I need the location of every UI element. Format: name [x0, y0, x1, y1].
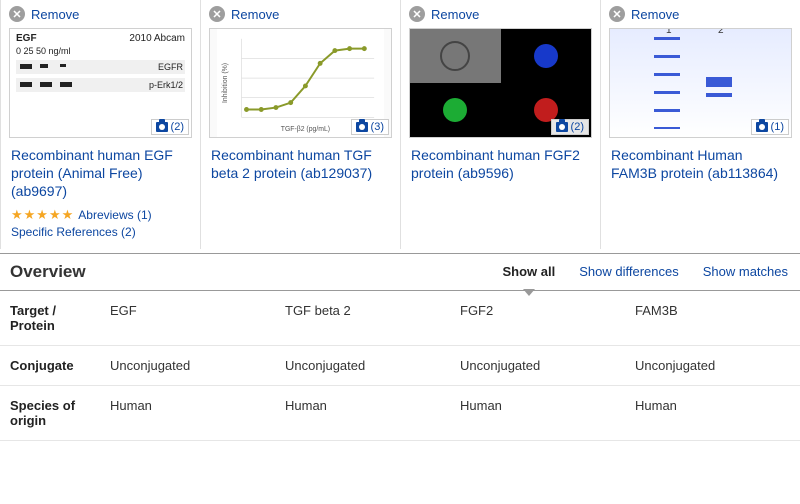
attributes-table: Target / Protein EGF TGF beta 2 FGF2 FAM…: [0, 291, 800, 441]
attr-value: Human: [625, 385, 800, 440]
svg-text:TGF-β2 (pg/mL): TGF-β2 (pg/mL): [281, 126, 330, 133]
remove-icon[interactable]: ✕: [609, 6, 625, 22]
photo-count-badge[interactable]: (2): [551, 119, 589, 135]
product-title-link[interactable]: Recombinant human TGF beta 2 protein (ab…: [211, 147, 372, 181]
remove-icon[interactable]: ✕: [9, 6, 25, 22]
attr-value: Human: [275, 385, 450, 440]
photo-count-badge[interactable]: (3): [351, 119, 389, 135]
camera-icon: [356, 122, 368, 132]
product-thumbnail[interactable]: 12 (1): [609, 28, 792, 138]
tab-show-matches[interactable]: Show matches: [691, 254, 800, 289]
compare-column: ✕ Remove 12 (1) Recombinant Human FAM3B p…: [600, 0, 800, 249]
attr-label: Target / Protein: [0, 291, 100, 346]
product-compare-row: ✕ Remove EGF 2010 Abcam 0 25 50 ng/ml EGF…: [0, 0, 800, 249]
attr-value: Unconjugated: [275, 345, 450, 385]
tab-show-all[interactable]: Show all: [491, 254, 568, 289]
band-label: p-Erk1/2: [149, 80, 183, 90]
specific-references-link[interactable]: Specific References (2): [11, 225, 190, 239]
attr-value: Human: [450, 385, 625, 440]
remove-link[interactable]: Remove: [431, 7, 479, 22]
attr-label: Species of origin: [0, 385, 100, 440]
product-title-link[interactable]: Recombinant human FGF2 protein (ab9596): [411, 147, 580, 181]
thumb-label: EGF: [16, 33, 37, 44]
camera-icon: [156, 122, 168, 132]
remove-link[interactable]: Remove: [631, 7, 679, 22]
attr-value: Unconjugated: [450, 345, 625, 385]
thumb-doses: 0 25 50: [16, 46, 46, 56]
photo-count: (2): [571, 121, 584, 133]
overview-bar: Overview Show all Show differences Show …: [0, 253, 800, 291]
photo-count: (3): [371, 121, 384, 133]
attr-row-conjugate: Conjugate Unconjugated Unconjugated Unco…: [0, 345, 800, 385]
attr-row-target: Target / Protein EGF TGF beta 2 FGF2 FAM…: [0, 291, 800, 346]
photo-count: (1): [771, 121, 784, 133]
product-thumbnail[interactable]: (2): [409, 28, 592, 138]
photo-count-badge[interactable]: (1): [751, 119, 789, 135]
attr-value: FAM3B: [625, 291, 800, 346]
attr-value: Human: [100, 385, 275, 440]
product-title-link[interactable]: Recombinant Human FAM3B protein (ab11386…: [611, 147, 778, 181]
remove-bar: ✕ Remove: [1, 0, 200, 28]
photo-count-badge[interactable]: (2): [151, 119, 189, 135]
attr-value: FGF2: [450, 291, 625, 346]
thumb-unit: ng/ml: [49, 46, 71, 56]
attr-label: Conjugate: [0, 345, 100, 385]
product-thumbnail[interactable]: TGF-β2 (pg/mL) Inhibition (%) (3): [209, 28, 392, 138]
star-rating: ★★★★★: [11, 207, 74, 223]
attr-value: Unconjugated: [100, 345, 275, 385]
thumb-caption: 2010 Abcam: [129, 33, 185, 44]
svg-text:Inhibition (%): Inhibition (%): [222, 63, 229, 103]
remove-icon[interactable]: ✕: [209, 6, 225, 22]
attr-row-species: Species of origin Human Human Human Huma…: [0, 385, 800, 440]
overview-title: Overview: [0, 254, 491, 290]
remove-icon[interactable]: ✕: [409, 6, 425, 22]
remove-link[interactable]: Remove: [231, 7, 279, 22]
attr-value: EGF: [100, 291, 275, 346]
compare-column: ✕ Remove EGF 2010 Abcam 0 25 50 ng/ml EGF…: [0, 0, 200, 249]
abreviews-link[interactable]: Abreviews (1): [78, 208, 151, 222]
reviews-block: ★★★★★ Abreviews (1) Specific References (…: [1, 207, 200, 249]
remove-link[interactable]: Remove: [31, 7, 79, 22]
attr-value: Unconjugated: [625, 345, 800, 385]
compare-column: ✕ Remove (2) Recombinant human FGF2 prote…: [400, 0, 600, 249]
band-label: EGFR: [158, 62, 183, 72]
product-thumbnail[interactable]: EGF 2010 Abcam 0 25 50 ng/ml EGFR p-Erk1/…: [9, 28, 192, 138]
compare-column: ✕ Remove TGF-β2 (pg/mL) Inhibition (%) (3…: [200, 0, 400, 249]
camera-icon: [556, 122, 568, 132]
camera-icon: [756, 122, 768, 132]
product-title-link[interactable]: Recombinant human EGF protein (Animal Fr…: [11, 147, 173, 199]
attr-value: TGF beta 2: [275, 291, 450, 346]
photo-count: (2): [171, 121, 184, 133]
tab-show-differences[interactable]: Show differences: [567, 254, 691, 289]
